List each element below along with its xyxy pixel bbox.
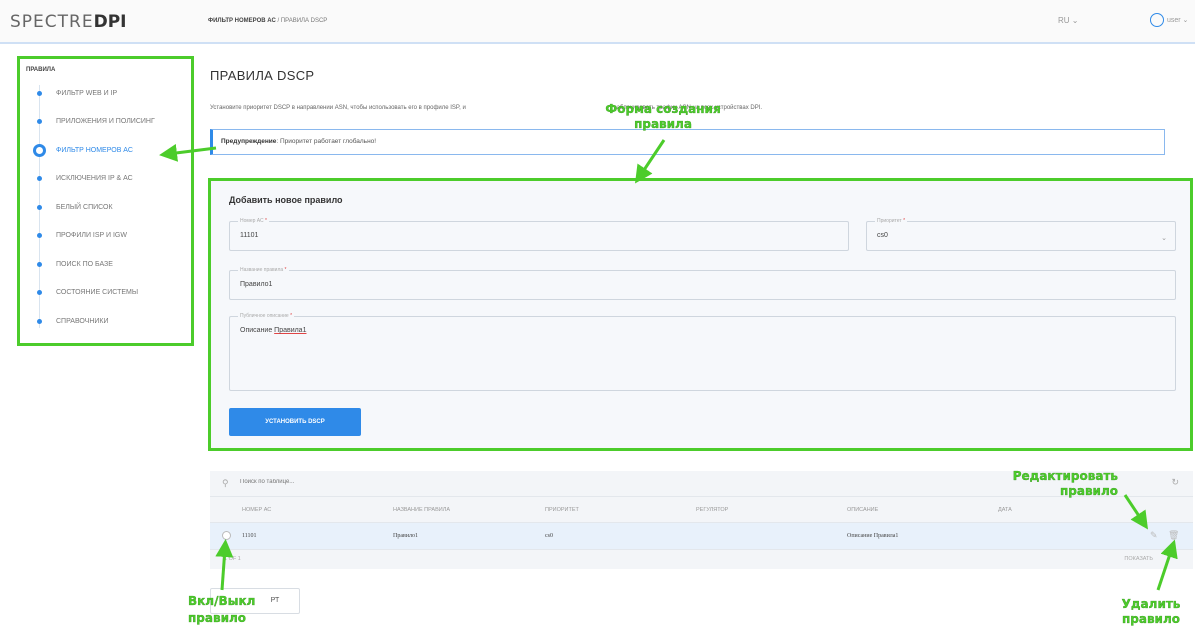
table-header: НОМЕР АС НАЗВАНИЕ ПРАВИЛА ПРИОРИТЕТ РЕГУ… [210, 497, 1193, 523]
nav-dot-icon [37, 119, 42, 125]
warning-text: : Приоритет работает глобально! [276, 138, 377, 145]
sidebar-item-asn-filter[interactable]: ФИЛЬТР НОМЕРОВ АС [26, 136, 185, 165]
row-count: 1 OF 1 [224, 556, 241, 562]
edit-icon[interactable]: ✎ [1150, 530, 1158, 541]
sidebar-item-references[interactable]: СПРАВОЧНИКИ [26, 307, 185, 336]
sidebar-item-apps-policing[interactable]: ПРИЛОЖЕНИЯ И ПОЛИСИНГ [26, 108, 185, 137]
user-name: user ⌄ [1167, 17, 1189, 24]
show-per-page[interactable]: ПОКАЗАТЬ [1124, 556, 1153, 562]
rule-name-field[interactable]: Название правила * Правило1 [229, 267, 1176, 300]
rule-name-value: Правило1 [240, 281, 273, 288]
nav-dot-icon [37, 290, 42, 296]
rule-name-label: Название правила [240, 267, 284, 273]
sidebar-list: ФИЛЬТР WEB И IP ПРИЛОЖЕНИЯ И ПОЛИСИНГ ФИ… [26, 79, 185, 336]
page-title: ПРАВИЛА DSCP [210, 68, 315, 83]
app-header: SPECTREDPI ФИЛЬТР НОМЕРОВ АС / ПРАВИЛА D… [0, 0, 1195, 44]
annotation-toggle-2: правило [188, 611, 247, 625]
annotation-delete: Удалить правило [1121, 597, 1181, 626]
chevron-down-icon: ⌄ [1161, 235, 1167, 242]
sidebar: ПРАВИЛА ФИЛЬТР WEB И IP ПРИЛОЖЕНИЯ И ПОЛ… [17, 56, 194, 346]
priority-select-value: cs0 [877, 232, 888, 239]
asn-label: Номер АС [240, 218, 264, 224]
sidebar-item-web-ip-filter[interactable]: ФИЛЬТР WEB И IP [26, 79, 185, 108]
search-icon: ⚲ [222, 478, 229, 488]
user-avatar-icon [1150, 13, 1164, 27]
cell-asn: 11101 [242, 533, 257, 539]
sidebar-item-whitelist[interactable]: БЕЛЫЙ СПИСОК [26, 193, 185, 222]
add-rule-form: Добавить новое правило Номер АС * 11101 … [208, 178, 1193, 451]
warning-banner: Предупреждение: Приоритет работает глоба… [210, 129, 1165, 155]
nav-dot-icon [37, 261, 42, 267]
cell-name: Правило1 [393, 533, 419, 539]
cell-description: Описание Правила1 [847, 533, 899, 539]
table-row[interactable]: 11101 Правило1 cs0 Описание Правила1 ✎ 🗑 [210, 523, 1193, 550]
column-header-asn[interactable]: НОМЕР АС [242, 507, 271, 513]
breadcrumb-link[interactable]: ФИЛЬТР НОМЕРОВ АС [208, 18, 276, 24]
column-header-regulator[interactable]: РЕГУЛЯТОР [696, 507, 728, 513]
annotation-edit: Редактировать правило [1012, 469, 1119, 498]
nav-dot-icon [37, 233, 42, 239]
logo[interactable]: SPECTREDPI [10, 12, 127, 32]
trash-icon[interactable]: 🗑 [1168, 530, 1179, 541]
language-selector[interactable]: RU ⌄ [1058, 16, 1078, 25]
annotation-form: Форма создания правила [605, 102, 721, 131]
nav-dot-icon [37, 176, 42, 182]
user-menu[interactable]: user ⌄ [1150, 13, 1188, 27]
sidebar-item-ip-as-exceptions[interactable]: ИСКЛЮЧЕНИЯ IP & АС [26, 165, 185, 194]
sidebar-item-system-status[interactable]: СОСТОЯНИЕ СИСТЕМЫ [26, 279, 185, 308]
nav-dot-icon [37, 318, 42, 324]
cell-priority: cs0 [545, 533, 553, 539]
description-value: Описание Правила1 [240, 327, 307, 334]
form-title: Добавить новое правило [229, 195, 343, 205]
asn-input-value: 11101 [240, 232, 259, 239]
rule-toggle[interactable] [222, 531, 231, 540]
sidebar-item-isp-igw-profiles[interactable]: ПРОФИЛИ ISP И IGW [26, 222, 185, 251]
column-header-date[interactable]: ДАТА [998, 507, 1012, 513]
priority-label: Приоритет [877, 218, 902, 224]
annotation-toggle: Вкл/Выкл [188, 594, 256, 608]
priority-select[interactable]: Приоритет * cs0 ⌄ [866, 218, 1176, 251]
set-dscp-button[interactable]: УСТАНОВИТЬ DSCP [229, 408, 361, 436]
breadcrumb: ФИЛЬТР НОМЕРОВ АС / ПРАВИЛА DSCP [208, 18, 327, 24]
description-label: Публичное описание [240, 313, 289, 319]
nav-dot-icon [37, 90, 42, 96]
table-search-input[interactable] [240, 479, 540, 485]
sidebar-item-db-search[interactable]: ПОИСК ПО БАЗЕ [26, 250, 185, 279]
sidebar-title: ПРАВИЛА [26, 67, 56, 73]
asn-field[interactable]: Номер АС * 11101 [229, 218, 849, 251]
nav-dot-icon [37, 204, 42, 210]
column-header-priority[interactable]: ПРИОРИТЕТ [545, 507, 579, 513]
warning-label: Предупреждение [221, 138, 277, 145]
column-header-name[interactable]: НАЗВАНИЕ ПРАВИЛА [393, 507, 450, 513]
breadcrumb-current: / ПРАВИЛА DSCP [275, 18, 328, 24]
nav-dot-active-icon [33, 143, 46, 157]
table-footer: 1 OF 1 ПОКАЗАТЬ [210, 550, 1193, 569]
refresh-icon[interactable]: ↻ [1171, 477, 1179, 488]
public-description-textarea[interactable]: Публичное описание * Описание Правила1 [229, 313, 1176, 391]
column-header-description[interactable]: ОПИСАНИЕ [847, 507, 878, 513]
